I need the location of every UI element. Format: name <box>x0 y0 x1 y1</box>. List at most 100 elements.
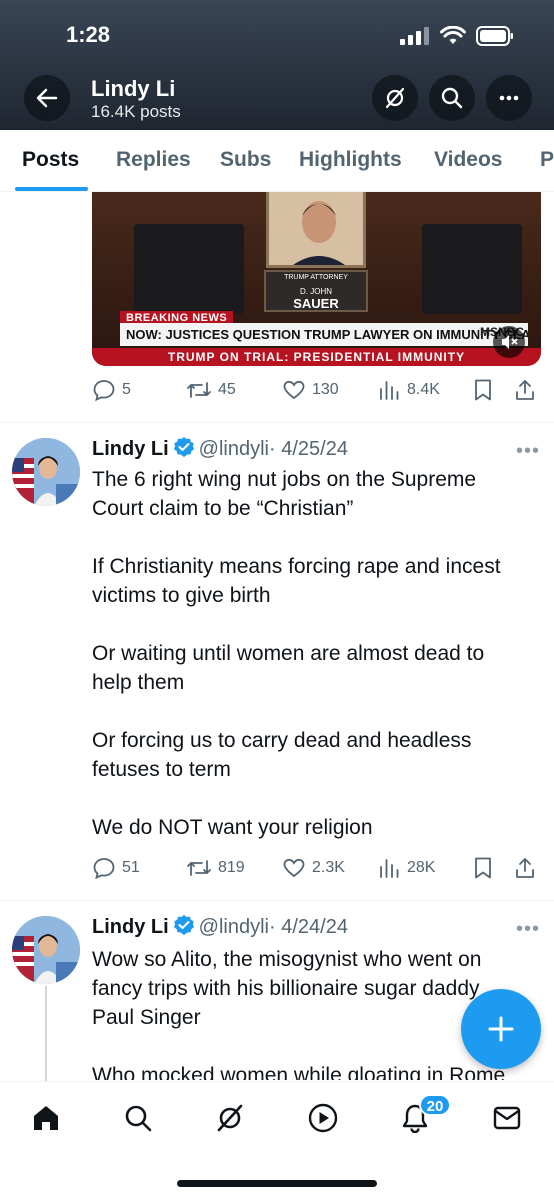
grok-icon <box>385 87 405 109</box>
post-line: fetuses to term <box>92 758 231 781</box>
post-line-break <box>92 523 537 552</box>
more-button[interactable] <box>486 75 532 121</box>
nav-messages[interactable] <box>490 1101 524 1135</box>
reply-button[interactable]: 51 <box>92 856 140 880</box>
tab-replies[interactable]: Replies <box>116 148 191 172</box>
author-handle[interactable]: @lindyli <box>199 916 269 938</box>
repost-button[interactable]: 45 <box>186 378 236 402</box>
news-ticker: TRUMP ON TRIAL: PRESIDENTIAL IMMUNITY <box>92 348 541 366</box>
views-button[interactable]: 8.4K <box>377 378 440 402</box>
post-line: We do NOT want your religion <box>92 816 373 839</box>
active-tab-indicator <box>15 187 88 191</box>
nav-home[interactable] <box>29 1101 63 1135</box>
mute-button[interactable] <box>493 326 525 358</box>
nav-search[interactable] <box>121 1101 155 1135</box>
view-count: 8.4K <box>407 381 440 398</box>
plate-last-name: SAUER <box>293 296 339 311</box>
verified-badge-icon <box>173 915 194 935</box>
name-plate: TRUMP ATTORNEY D. JOHN SAUER <box>264 270 368 312</box>
post-line: Court claim to be “Christian” <box>92 497 354 520</box>
speaker-muted-icon <box>502 335 518 349</box>
plate-title: TRUMP ATTORNEY <box>284 274 348 281</box>
post-line: Who mocked women while gloating in Rome <box>92 1064 506 1080</box>
video-player[interactable]: TRUMP ATTORNEY D. JOHN SAUER BREAKING NE… <box>92 192 541 366</box>
verified-badge-icon <box>173 437 194 457</box>
post-line: victims to give birth <box>92 584 271 607</box>
profile-name: Lindy Li <box>91 76 176 101</box>
post-actions: 5 45 130 8.4K <box>92 378 541 408</box>
headline-text: NOW: JUSTICES QUESTION TRUMP LAWYER ON I… <box>126 327 528 342</box>
status-time: 1:28 <box>66 22 111 47</box>
post-line: Or forcing us to carry dead and headless <box>92 729 472 752</box>
post-more-button[interactable]: ••• <box>516 440 540 463</box>
author-handle[interactable]: @lindyli <box>199 438 269 460</box>
post-date[interactable]: · 4/25/24 <box>269 438 348 460</box>
reply-icon <box>93 858 115 880</box>
avatar[interactable] <box>12 916 80 984</box>
share-icon <box>516 858 534 878</box>
repost-button[interactable]: 819 <box>186 856 245 880</box>
messages-envelope-icon <box>493 1106 521 1130</box>
post-line: help them <box>92 671 185 694</box>
post-text: The 6 right wing nut jobs on the Supreme… <box>92 465 537 842</box>
post-line-break <box>92 697 537 726</box>
reply-count: 5 <box>122 381 131 398</box>
view-count: 28K <box>407 859 436 876</box>
profile-header: 1:28 Lindy Li 16.4K posts <box>0 0 554 130</box>
more-horizontal-icon <box>499 95 519 101</box>
post-actions: 51 819 2.3K 28K <box>92 856 541 886</box>
views-bar-chart-icon <box>380 859 399 878</box>
bookmark-icon <box>475 379 491 401</box>
author-name[interactable]: Lindy Li <box>92 438 169 460</box>
heart-icon <box>283 858 305 878</box>
home-indicator[interactable] <box>177 1180 377 1187</box>
home-icon <box>34 1106 58 1130</box>
back-button[interactable] <box>24 75 70 121</box>
share-icon <box>516 380 534 400</box>
battery-icon <box>476 26 513 46</box>
tab-more[interactable]: P <box>540 148 554 172</box>
tab-subs[interactable]: Subs <box>220 148 271 172</box>
tab-videos[interactable]: Videos <box>434 148 502 172</box>
post-divider <box>0 422 554 423</box>
post-more-button[interactable]: ••• <box>516 918 540 941</box>
cellular-signal-icon <box>400 27 429 45</box>
share-button[interactable] <box>513 378 537 402</box>
views-button[interactable]: 28K <box>377 856 435 880</box>
bookmark-icon <box>475 857 491 879</box>
search-icon <box>441 87 463 109</box>
bookmark-button[interactable] <box>472 378 494 402</box>
author-name[interactable]: Lindy Li <box>92 916 169 938</box>
heart-icon <box>283 380 305 400</box>
share-button[interactable] <box>513 856 537 880</box>
repost-icon <box>187 382 211 398</box>
like-button[interactable]: 130 <box>282 378 339 402</box>
tab-highlights[interactable]: Highlights <box>299 148 402 172</box>
compose-post-button[interactable] <box>461 989 541 1069</box>
wifi-icon <box>440 26 466 44</box>
arrow-left-icon <box>36 88 58 108</box>
post-header: Lindy Li @lindyli· 4/24/24 <box>92 914 348 939</box>
post-line: The 6 right wing nut jobs on the Supreme <box>92 468 477 491</box>
nav-video[interactable] <box>306 1101 340 1135</box>
status-icons <box>400 26 514 46</box>
post-date[interactable]: · 4/24/24 <box>269 916 348 938</box>
grok-button[interactable] <box>372 75 418 121</box>
search-button[interactable] <box>429 75 475 121</box>
post-line-break <box>92 784 537 813</box>
profile-tabs: Posts Replies Subs Highlights Videos P <box>0 130 554 192</box>
post-line: Or waiting until women are almost dead t… <box>92 642 485 665</box>
reply-button[interactable]: 5 <box>92 378 131 402</box>
nav-grok[interactable] <box>213 1101 247 1135</box>
bookmark-button[interactable] <box>472 856 494 880</box>
tab-posts[interactable]: Posts <box>22 148 79 172</box>
video-play-icon <box>308 1103 338 1133</box>
courtroom-chair <box>134 224 244 314</box>
avatar[interactable] <box>12 438 80 506</box>
post-line: fancy trips with his billionaire sugar d… <box>92 977 480 1000</box>
repost-count: 45 <box>218 381 236 398</box>
notification-count-badge: 20 <box>419 1094 451 1116</box>
grok-icon <box>217 1104 243 1132</box>
like-button[interactable]: 2.3K <box>282 856 345 880</box>
repost-icon <box>187 860 211 876</box>
